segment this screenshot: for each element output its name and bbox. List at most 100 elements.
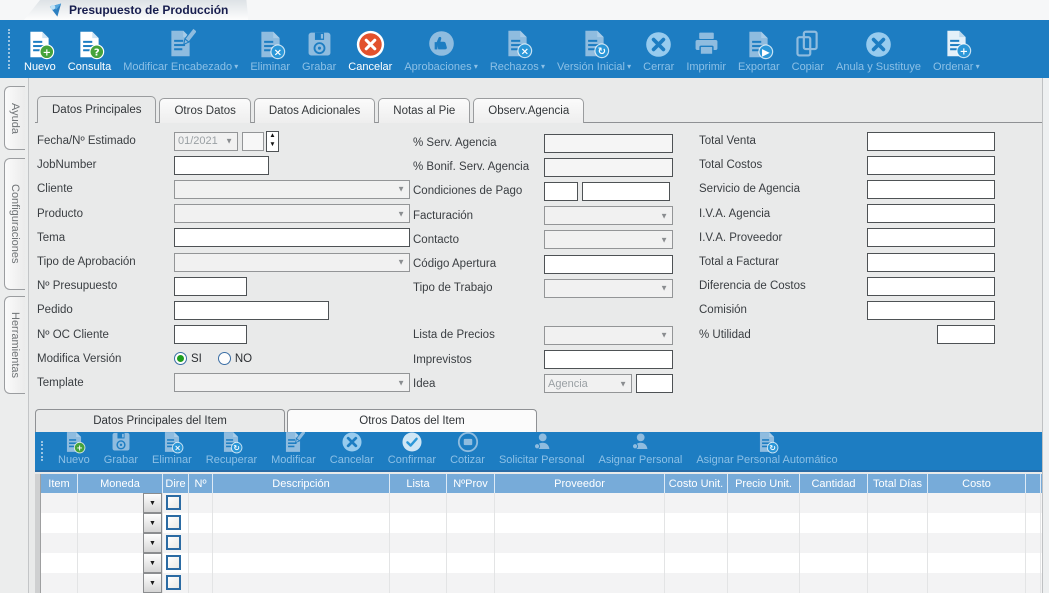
idea-input[interactable] [636, 374, 673, 393]
window-tab[interactable]: Presupuesto de Producción [24, 0, 248, 20]
no-oc-cliente-input[interactable] [174, 325, 247, 344]
total-venta-input[interactable] [867, 132, 995, 151]
anula-y-sustituye-button[interactable]: Anula y Sustituye [830, 20, 927, 78]
cancelar-button[interactable]: Cancelar [342, 20, 398, 78]
dire-checkbox[interactable] [166, 555, 181, 570]
item-eliminar-button[interactable]: ×Eliminar [145, 432, 199, 470]
tab-datos-principales-del-item[interactable]: Datos Principales del Item [35, 409, 285, 432]
moneda-dropdown-button[interactable]: ▼ [143, 553, 162, 573]
tab-observ-agencia[interactable]: Observ.Agencia [473, 98, 584, 123]
fecha-no-estimado-number-input[interactable] [242, 132, 264, 151]
item-grabar-button[interactable]: Grabar [97, 432, 145, 470]
codigo-apertura-input[interactable] [544, 255, 673, 274]
moneda-dropdown-button[interactable]: ▼ [143, 533, 162, 553]
column-header-extra[interactable] [1026, 474, 1041, 493]
producto-dropdown[interactable]: ▼ [174, 204, 410, 223]
column-header-descripcion[interactable]: Descripción [213, 474, 390, 493]
tema-input[interactable] [174, 228, 410, 247]
serv-agencia-input[interactable] [544, 134, 673, 153]
ordenar-button[interactable]: +Ordenar ▾ [927, 20, 986, 78]
tab-datos-principales[interactable]: Datos Principales [37, 96, 156, 123]
column-header-cantidad[interactable]: Cantidad [800, 474, 868, 493]
cliente-dropdown[interactable]: ▼ [174, 180, 410, 199]
item-cotizar-button[interactable]: Cotizar [443, 432, 492, 470]
grabar-button[interactable]: Grabar [296, 20, 342, 78]
tab-otros-datos-del-item[interactable]: Otros Datos del Item [287, 409, 537, 432]
item-nuevo-button[interactable]: +Nuevo [51, 432, 97, 470]
item-modificar-button[interactable]: Modificar [264, 432, 323, 470]
total-a-facturar-input[interactable] [867, 253, 995, 272]
comision-input[interactable] [867, 301, 995, 320]
fecha-no-estimado-month-combo[interactable]: 01/2021▼ [174, 132, 238, 151]
jobnumber-input[interactable] [174, 156, 269, 175]
column-header-precio-unit[interactable]: Precio Unit. [728, 474, 800, 493]
item-recuperar-button[interactable]: ↻Recuperar [199, 432, 264, 470]
modifica-version-radio-si[interactable]: SI [174, 352, 202, 365]
tab-datos-adicionales[interactable]: Datos Adicionales [254, 98, 375, 123]
column-header-noprov[interactable]: NºProv [447, 474, 495, 493]
condiciones-de-pago-input-1[interactable] [544, 182, 578, 201]
cerrar-button[interactable]: Cerrar [637, 20, 680, 78]
column-header-item[interactable]: Item [41, 474, 78, 493]
version-inicial-button[interactable]: ↻Versión Inicial ▾ [551, 20, 637, 78]
column-header-total-dias[interactable]: Total Días [868, 474, 928, 493]
aprobaciones-button[interactable]: Aprobaciones ▾ [398, 20, 484, 78]
column-header-costo-unit[interactable]: Costo Unit. [665, 474, 728, 493]
toolbar-grip[interactable] [8, 29, 13, 69]
iva-agencia-input[interactable] [867, 204, 995, 223]
item-confirmar-button[interactable]: Confirmar [381, 432, 443, 470]
item-cancelar-button[interactable]: Cancelar [323, 432, 381, 470]
nuevo-button[interactable]: +Nuevo [18, 20, 62, 78]
idea-combo[interactable]: Agencia▼ [544, 374, 632, 393]
pedido-input[interactable] [174, 301, 329, 320]
no-presupuesto-input[interactable] [174, 277, 247, 296]
total-costos-input[interactable] [867, 156, 995, 175]
bonif-serv-agencia-input[interactable] [544, 158, 673, 177]
template-dropdown[interactable]: ▼ [174, 373, 410, 392]
rechazos-button[interactable]: ×Rechazos ▾ [484, 20, 551, 78]
column-header-moneda[interactable]: Moneda [78, 474, 163, 493]
asignar-personal-automatico-button[interactable]: ↻Asignar Personal Automático [689, 432, 844, 470]
tipo-de-trabajo-dropdown[interactable]: ▼ [544, 279, 673, 298]
moneda-dropdown-button[interactable]: ▼ [143, 493, 162, 513]
asignar-personal-button[interactable]: Asignar Personal [592, 432, 690, 470]
dire-checkbox[interactable] [166, 495, 181, 510]
modifica-version-radio-no[interactable]: NO [218, 352, 252, 365]
imprimir-button[interactable]: Imprimir [680, 20, 732, 78]
consulta-button[interactable]: ?Consulta [62, 20, 117, 78]
tab-notas-al-pie[interactable]: Notas al Pie [378, 98, 470, 123]
column-header-no[interactable]: Nº [189, 474, 213, 493]
moneda-dropdown-button[interactable]: ▼ [143, 513, 162, 533]
condiciones-de-pago-input-2[interactable] [582, 182, 670, 201]
spin-down-icon[interactable]: ▼ [267, 141, 278, 151]
iva-proveedor-input[interactable] [867, 228, 995, 247]
exportar-button[interactable]: ▶Exportar [732, 20, 786, 78]
contacto-dropdown[interactable]: ▼ [544, 230, 673, 249]
imprevistos-input[interactable] [544, 350, 673, 369]
facturacion-dropdown[interactable]: ▼ [544, 206, 673, 225]
utilidad-input[interactable] [937, 325, 995, 344]
column-header-costo[interactable]: Costo [928, 474, 1026, 493]
spin-up-icon[interactable]: ▲ [267, 132, 278, 142]
modificar-encabezado-button[interactable]: Modificar Encabezado ▾ [117, 20, 244, 78]
lista-de-precios-dropdown[interactable]: ▼ [544, 326, 673, 345]
diferencia-de-costos-input[interactable] [867, 277, 995, 296]
column-header-proveedor[interactable]: Proveedor [495, 474, 665, 493]
side-tab-herramientas[interactable]: Herramientas [4, 296, 25, 394]
copiar-button[interactable]: Copiar [786, 20, 830, 78]
servicio-de-agencia-input[interactable] [867, 180, 995, 199]
dire-checkbox[interactable] [166, 515, 181, 530]
column-header-lista[interactable]: Lista [390, 474, 447, 493]
moneda-dropdown-button[interactable]: ▼ [143, 573, 162, 593]
solicitar-personal-button[interactable]: Solicitar Personal [492, 432, 592, 470]
eliminar-button[interactable]: ×Eliminar [244, 20, 296, 78]
dire-checkbox[interactable] [166, 575, 181, 590]
tab-otros-datos[interactable]: Otros Datos [159, 98, 250, 123]
side-tab-ayuda[interactable]: Ayuda [4, 86, 25, 150]
dire-checkbox[interactable] [166, 535, 181, 550]
side-tab-configuraciones[interactable]: Configuraciones [4, 158, 25, 290]
toolbar-grip[interactable] [41, 441, 46, 461]
fecha-no-estimado-spinner[interactable]: ▲▼ [266, 131, 279, 152]
column-header-dire[interactable]: Dire [163, 474, 189, 493]
tipo-de-aprobacion-dropdown[interactable]: ▼ [174, 253, 410, 272]
